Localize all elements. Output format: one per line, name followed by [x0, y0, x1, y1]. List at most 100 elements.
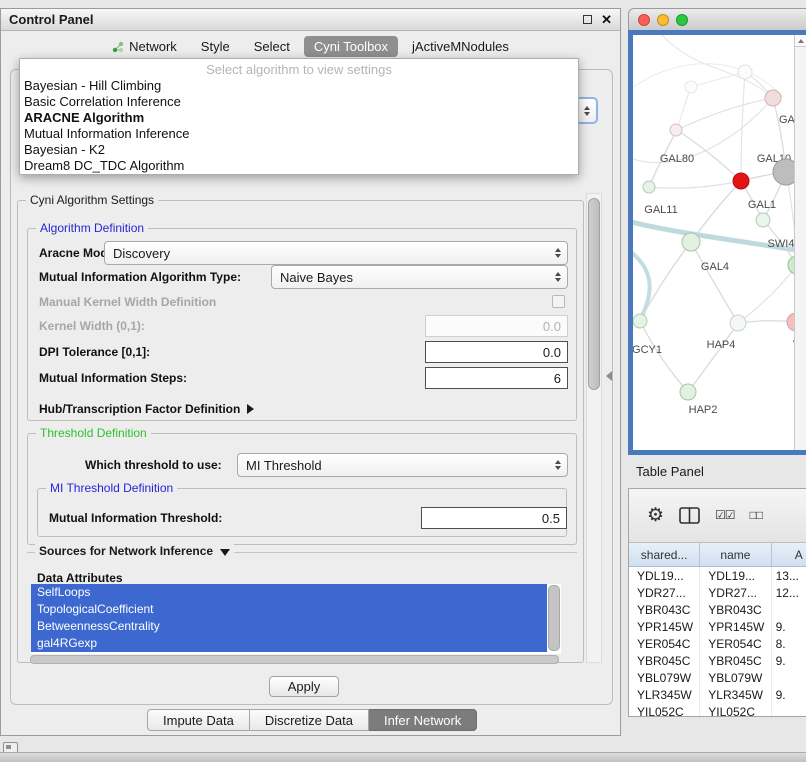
network-node[interactable] [738, 65, 752, 79]
algorithm-option[interactable]: Mutual Information Inference [20, 126, 578, 142]
cell: YER054C [629, 635, 700, 652]
tab-discretize-data[interactable]: Discretize Data [250, 709, 369, 731]
combo-arrows-icon [555, 272, 561, 282]
tab-impute-data[interactable]: Impute Data [147, 709, 250, 731]
mi-threshold-field[interactable]: 0.5 [421, 507, 567, 529]
network-node[interactable]: GAL80 [660, 124, 694, 165]
cell: YBR043C [700, 601, 771, 618]
mi-type-label: Mutual Information Algorithm Type: [39, 265, 241, 289]
network-node[interactable]: GAL1 [748, 199, 776, 227]
svg-text:HAP2: HAP2 [689, 404, 718, 416]
tab-network[interactable]: Network [102, 36, 187, 57]
settings-scrollbar-track[interactable] [586, 193, 602, 663]
cell: YBL079W [700, 669, 771, 686]
tab-label: jActiveMNodules [412, 39, 509, 54]
table-row[interactable]: YDL19... YDL19... 13... [629, 567, 806, 584]
hub-definition-label: Hub/Transcription Factor Definition [39, 402, 240, 416]
algorithm-option[interactable]: Basic Correlation Inference [20, 94, 578, 110]
mi-threshold-label: Mutual Information Threshold: [49, 506, 222, 530]
kernel-width-field: 0.0 [425, 315, 568, 337]
table-row[interactable]: YDR27... YDR27... 12... [629, 584, 806, 601]
tab-select[interactable]: Select [244, 36, 300, 57]
network-node[interactable] [773, 159, 794, 185]
settings-scrollbar-thumb[interactable] [588, 198, 600, 390]
network-canvas[interactable]: GAL GAL80 [633, 35, 806, 450]
zoom-traffic-light[interactable] [676, 14, 688, 26]
hub-definition-toggle[interactable]: Hub/Transcription Factor Definition [39, 397, 254, 421]
cell: YIL052C [629, 703, 700, 717]
cell: 13... [772, 567, 806, 584]
network-node[interactable]: HAP4 [707, 315, 746, 351]
window-bottom-edge [0, 752, 806, 762]
mi-type-combobox[interactable]: Naive Bayes [271, 265, 568, 289]
close-traffic-light[interactable] [638, 14, 650, 26]
network-window-titlebar[interactable] [628, 8, 806, 30]
columns-icon[interactable] [679, 507, 700, 524]
tab-infer-network[interactable]: Infer Network [369, 709, 477, 731]
network-node[interactable]: Y [787, 313, 794, 351]
dpi-tolerance-field[interactable]: 0.0 [425, 341, 568, 363]
attributes-list-horizontal-scrollbar[interactable] [30, 655, 559, 664]
tab-cyni-toolbox[interactable]: Cyni Toolbox [304, 36, 398, 57]
desktop: Control Panel ✕ Network Style Select Cyn… [0, 0, 806, 762]
data-attributes-list: SelfLoops TopologicalCoefficient Between… [31, 584, 561, 654]
combobox-value: Naive Bayes [280, 270, 353, 285]
manual-kernel-checkbox [552, 295, 565, 308]
table-row[interactable]: YBL079W YBL079W [629, 669, 806, 686]
algorithm-option[interactable]: Bayesian - K2 [20, 142, 578, 158]
attribute-item-selected[interactable]: gal4RGexp [31, 635, 547, 652]
combo-arrows-icon [584, 106, 590, 116]
deselect-all-checkboxes-icon[interactable]: □□ [750, 506, 763, 525]
attribute-item-selected[interactable]: SelfLoops [31, 584, 547, 601]
algorithm-option[interactable]: Bayesian - Hill Climbing [20, 78, 578, 94]
select-all-checkboxes-icon[interactable]: ☑☑ [715, 506, 735, 525]
float-window-icon[interactable] [583, 15, 592, 24]
network-node[interactable]: HAP2 [680, 384, 717, 416]
algorithm-option[interactable]: Dream8 DC_TDC Algorithm [20, 158, 578, 174]
tab-style[interactable]: Style [191, 36, 240, 57]
cell: 9. [772, 686, 806, 703]
algorithm-option-selected[interactable]: ARACNE Algorithm [20, 110, 578, 126]
attribute-item-selected[interactable]: BetweennessCentrality [31, 618, 547, 635]
which-threshold-combobox[interactable]: MI Threshold [237, 453, 568, 477]
attribute-item-selected[interactable]: TopologicalCoefficient [31, 601, 547, 618]
svg-text:GAL11: GAL11 [644, 204, 677, 216]
algorithm-dropdown-popup: Select algorithm to view settings Bayesi… [19, 58, 579, 175]
network-graph: GAL GAL80 [633, 35, 794, 450]
svg-text:GCY1: GCY1 [633, 344, 662, 356]
network-vertical-scrollbar[interactable] [794, 35, 806, 450]
control-panel-tabbar: Network Style Select Cyni Toolbox jActiv… [1, 36, 620, 57]
network-node[interactable] [685, 81, 697, 93]
control-panel-titlebar[interactable]: Control Panel ✕ [1, 9, 620, 31]
column-header-third[interactable]: A [772, 543, 806, 566]
cell [772, 703, 806, 717]
sources-toggle[interactable]: Sources for Network Inference [35, 544, 234, 558]
table-row[interactable]: YIL052C YIL052C [629, 703, 806, 717]
expanded-arrow-icon [220, 549, 230, 556]
splitter-handle[interactable] [602, 367, 616, 385]
column-header-shared-name[interactable]: shared... [629, 543, 700, 566]
column-header-name[interactable]: name [700, 543, 771, 566]
table-row[interactable]: YPR145W YPR145W 9. [629, 618, 806, 635]
mi-steps-field[interactable]: 6 [425, 367, 568, 389]
cell: YBL079W [629, 669, 700, 686]
cell: YLR345W [629, 686, 700, 703]
cell: YBR045C [629, 652, 700, 669]
network-node[interactable]: SWI4 [768, 238, 794, 274]
table-row[interactable]: YBR043C YBR043C [629, 601, 806, 618]
table-row[interactable]: YER054C YER054C 8. [629, 635, 806, 652]
close-icon[interactable]: ✕ [601, 14, 612, 26]
network-node[interactable]: GAL [765, 90, 794, 126]
network-node[interactable]: GAL11 [643, 181, 678, 216]
table-row[interactable]: YBR045C YBR045C 9. [629, 652, 806, 669]
gear-icon[interactable]: ⚙ [647, 506, 664, 525]
apply-button[interactable]: Apply [269, 676, 339, 697]
which-threshold-label: Which threshold to use: [85, 453, 222, 477]
aracne-mode-combobox[interactable]: Discovery [104, 241, 568, 265]
attributes-list-vertical-scrollbar[interactable] [548, 585, 560, 651]
cell: YIL052C [700, 703, 771, 717]
table-row[interactable]: YLR345W YLR345W 9. [629, 686, 806, 703]
tab-jactivemnodules[interactable]: jActiveMNodules [402, 36, 519, 57]
minimize-traffic-light[interactable] [657, 14, 669, 26]
scroll-up-arrow-icon[interactable] [795, 35, 806, 47]
